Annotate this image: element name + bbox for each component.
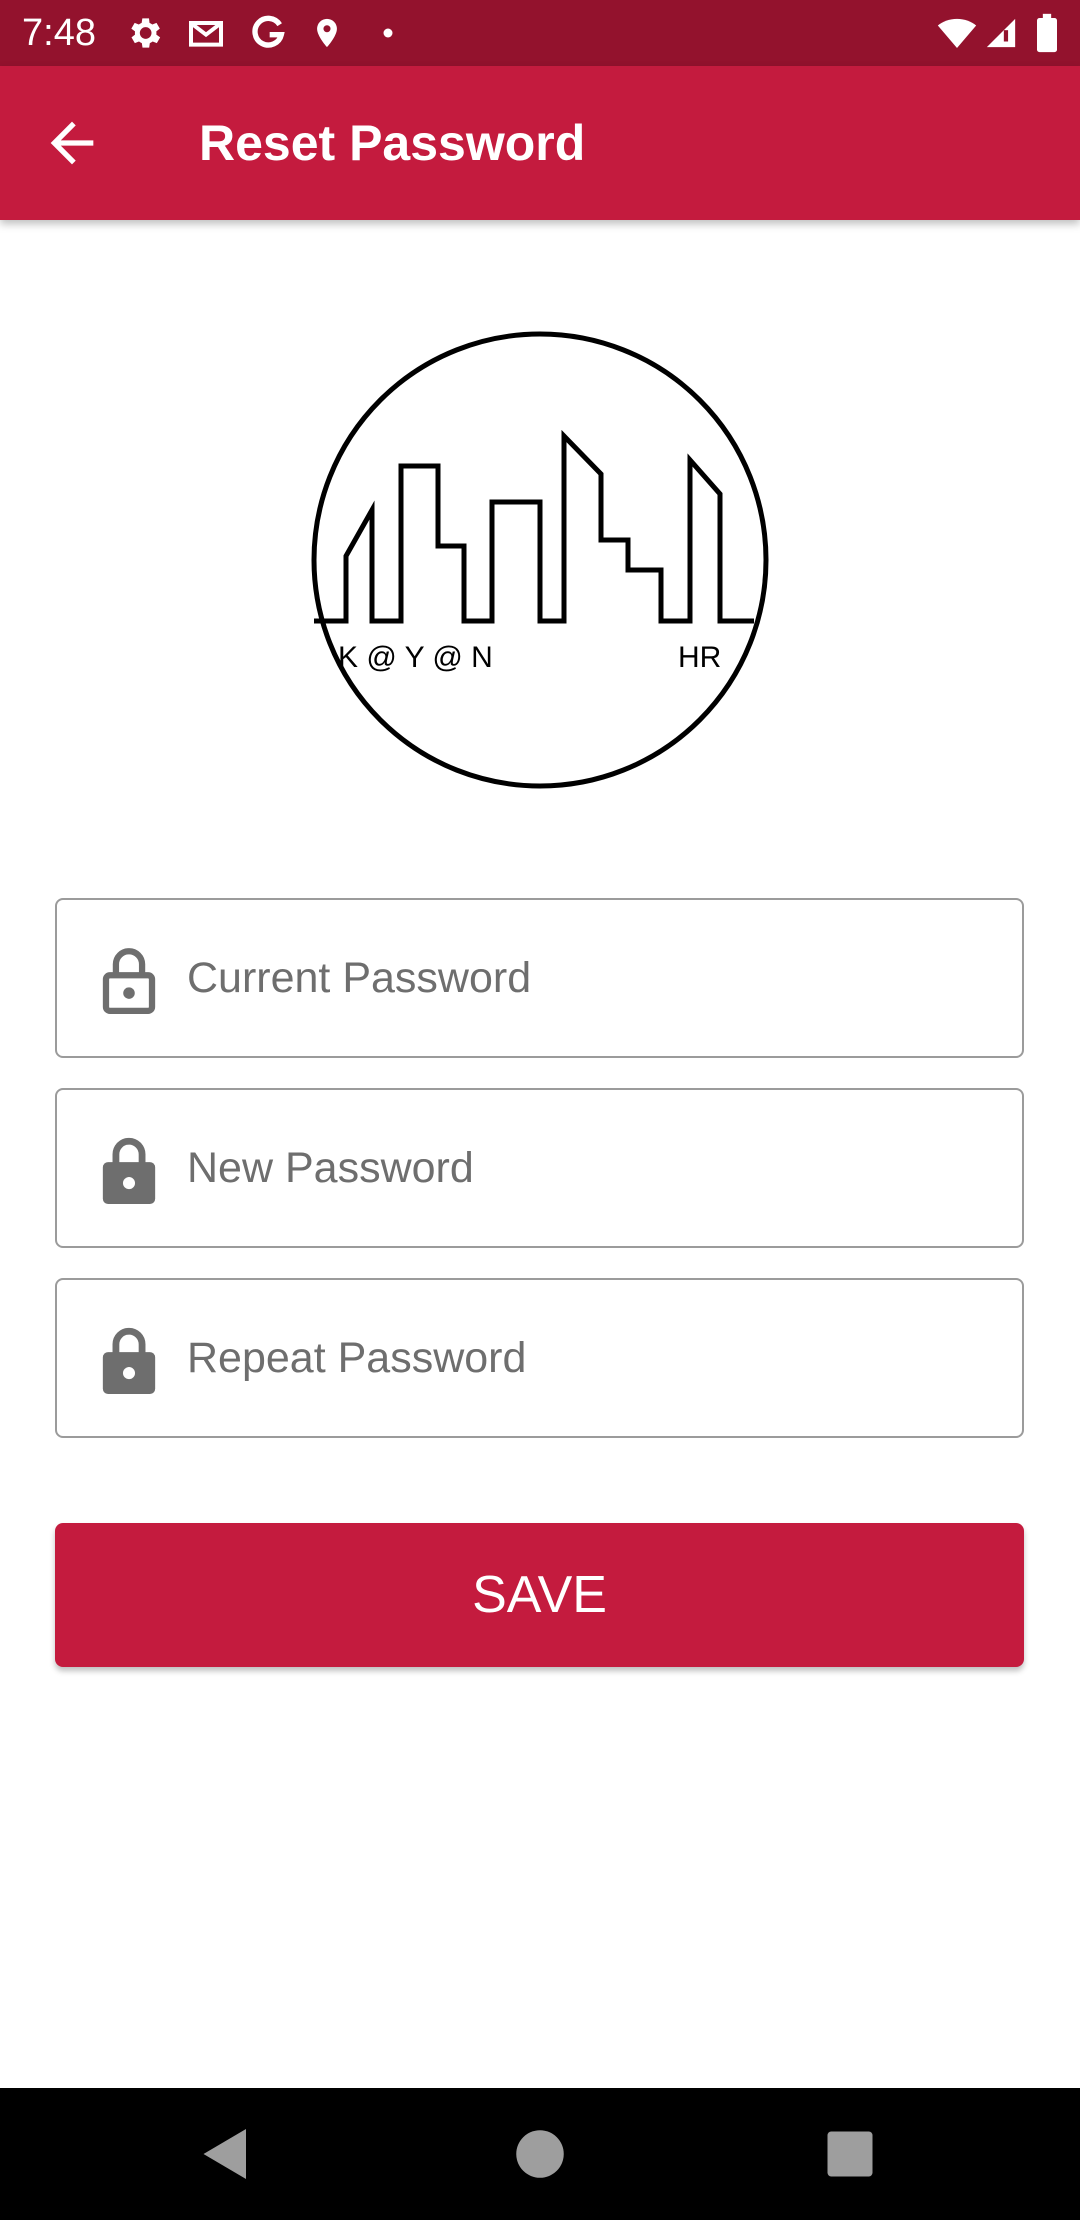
back-button[interactable] xyxy=(40,111,104,175)
wifi-icon xyxy=(934,13,980,53)
home-circle-icon xyxy=(516,2130,564,2178)
nav-recents-button[interactable] xyxy=(820,2124,880,2184)
battery-icon xyxy=(1034,13,1060,53)
nav-back-button[interactable] xyxy=(196,2124,256,2184)
lock-icon xyxy=(97,1136,161,1204)
gmail-icon xyxy=(184,13,228,53)
lock-open-icon xyxy=(97,946,161,1014)
back-triangle-icon xyxy=(203,2129,246,2179)
status-bar: 7:48 xyxy=(0,0,1080,66)
nav-home-button[interactable] xyxy=(510,2124,570,2184)
status-time: 7:48 xyxy=(22,12,96,54)
location-pin-icon xyxy=(310,13,344,53)
google-icon xyxy=(248,13,288,53)
repeat-password-input[interactable] xyxy=(187,1280,997,1436)
new-password-input[interactable] xyxy=(187,1090,997,1246)
kayan-hr-logo: K @ Y @ N HR xyxy=(306,326,774,794)
repeat-password-field[interactable] xyxy=(55,1278,1024,1438)
page-title: Reset Password xyxy=(199,115,586,171)
arrow-back-icon xyxy=(50,121,94,165)
recents-square-icon xyxy=(827,2131,873,2177)
lock-icon xyxy=(97,1326,161,1394)
navigation-bar xyxy=(0,2088,1080,2220)
current-password-field[interactable] xyxy=(55,898,1024,1058)
signal-icon xyxy=(984,13,1018,53)
logo-text-hr: HR xyxy=(678,641,721,674)
current-password-input[interactable] xyxy=(187,900,997,1056)
new-password-field[interactable] xyxy=(55,1088,1024,1248)
dot-icon xyxy=(376,13,400,53)
reset-password-screen: 7:48 Reset Password K @ Y @ N HR SAVE xyxy=(0,0,1080,2220)
logo-text-kayan: K @ Y @ N xyxy=(338,641,493,674)
app-bar: Reset Password xyxy=(0,66,1080,220)
gear-icon xyxy=(124,13,164,53)
save-button[interactable]: SAVE xyxy=(55,1523,1024,1667)
